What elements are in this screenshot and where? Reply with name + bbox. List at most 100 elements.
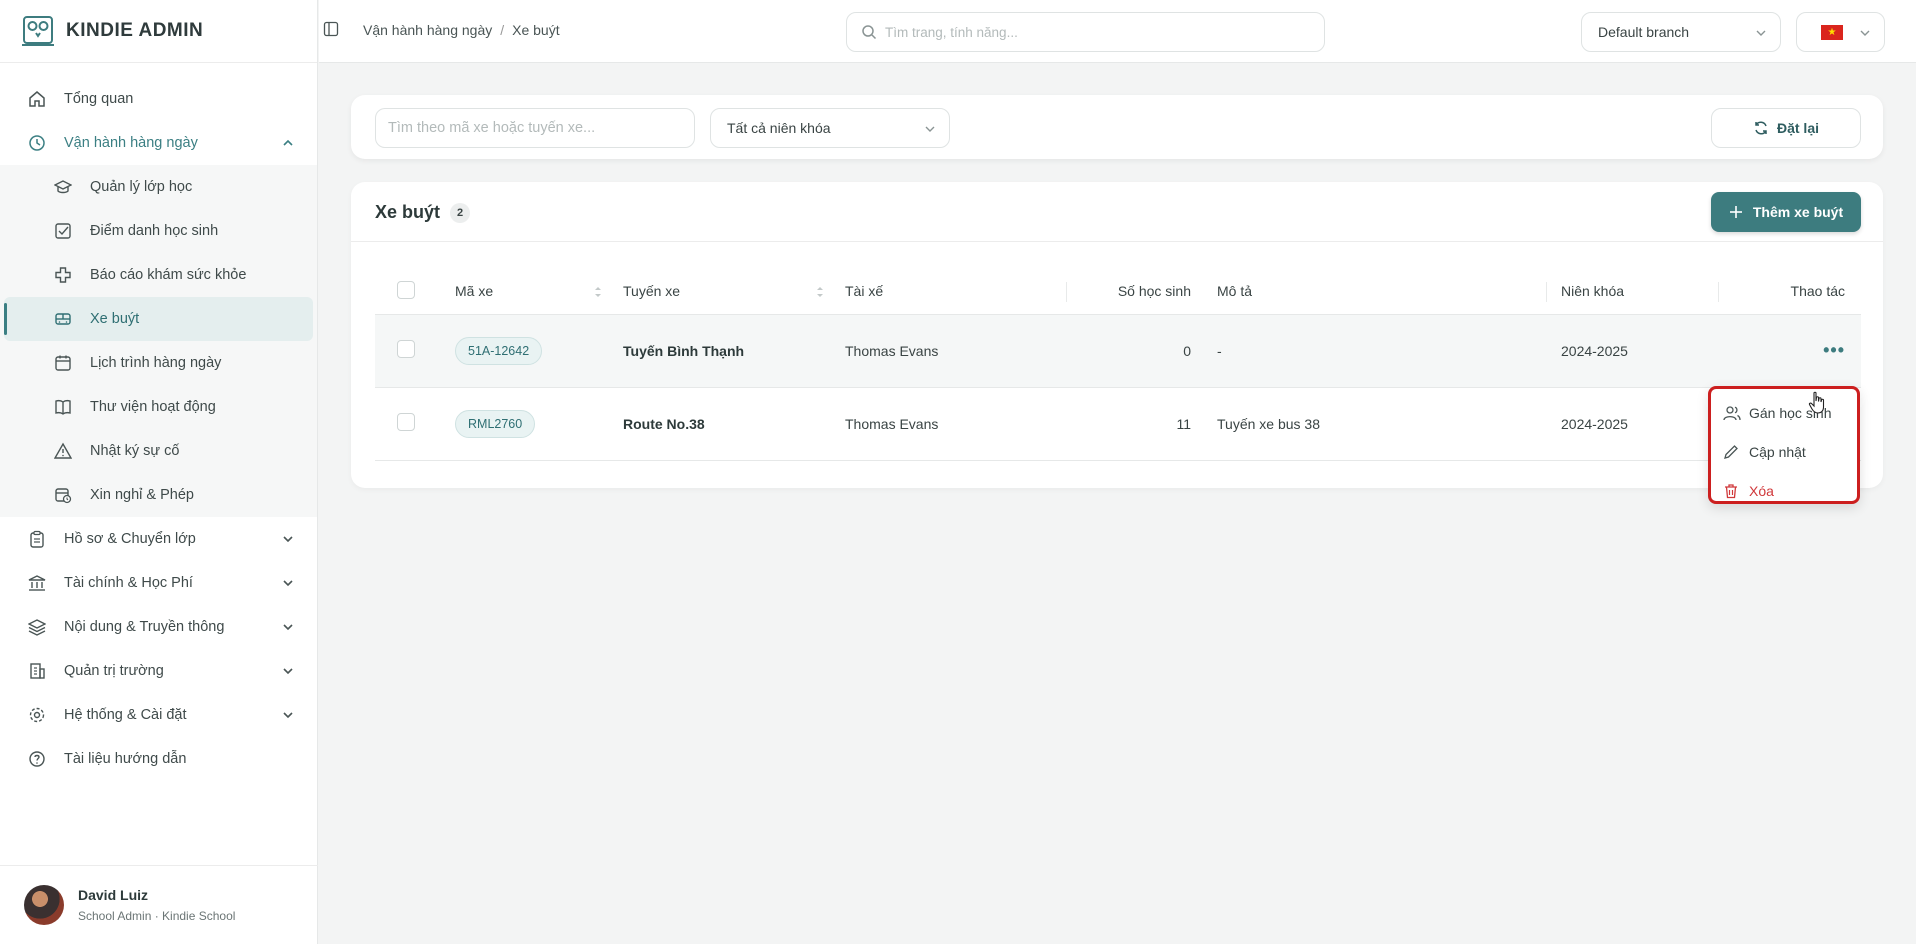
sidebar-item-health-report[interactable]: Báo cáo khám sức khỏe [4, 253, 313, 297]
home-icon [28, 90, 46, 108]
column-header-code[interactable]: Mã xe [455, 269, 615, 315]
layers-icon [28, 618, 46, 636]
chevron-up-icon [283, 139, 293, 146]
column-header-route[interactable]: Tuyến xe [615, 269, 837, 315]
menu-item-label: Cập nhật [1749, 443, 1806, 460]
table-row[interactable]: 51A-12642 Tuyến Bình Thạnh Thomas Evans … [375, 314, 1861, 388]
school-year-cell: 2024-2025 [1547, 314, 1719, 388]
route-cell: Tuyến Bình Thạnh [615, 314, 837, 388]
count-badge: 2 [450, 202, 471, 223]
chevron-down-icon [283, 624, 293, 631]
hand-cursor-icon [1808, 391, 1825, 414]
column-header-driver: Tài xế [837, 269, 1067, 315]
sidebar-item-activity-library[interactable]: Thư viện hoạt động [4, 385, 313, 429]
sidebar-item-school-admin[interactable]: Quản trị trường [0, 649, 317, 693]
page-title-text: Xe buýt [375, 202, 441, 222]
sidebar-item-finance[interactable]: Tài chính & Học Phí [0, 561, 317, 605]
school-year-cell: 2024-2025 [1547, 387, 1719, 461]
brand[interactable]: KINDIE ADMIN [0, 0, 317, 63]
sidebar-item-bus[interactable]: Xe buýt [4, 297, 313, 341]
sidebar-item-daily-schedule[interactable]: Lịch trình hàng ngày [4, 341, 313, 385]
chevron-down-icon [1860, 30, 1870, 36]
column-header-label: Tuyến xe [623, 283, 681, 300]
sidebar-item-label: Nhật ký sự cố [90, 443, 180, 459]
branch-select[interactable]: Default branch [1581, 12, 1781, 52]
row-select-cell [375, 387, 455, 461]
chevron-down-icon [283, 580, 293, 587]
chevron-down-icon [283, 668, 293, 675]
student-count-cell: 11 [1067, 387, 1203, 461]
sidebar-item-incident-log[interactable]: Nhật ký sự cố [4, 429, 313, 473]
sidebar-item-content[interactable]: Nội dung & Truyền thông [0, 605, 317, 649]
sidebar-item-label: Quản trị trường [64, 663, 164, 679]
sidebar-item-label: Xin nghỉ & Phép [90, 487, 194, 503]
graduation-cap-icon [54, 178, 72, 196]
user-role: School Admin · Kindie School [78, 909, 236, 923]
filter-bar: Tìm theo mã xe hoặc tuyến xe... Tất cả n… [351, 95, 1883, 159]
menu-item-label: Xóa [1749, 482, 1774, 499]
sidebar-toggle-icon[interactable] [323, 21, 339, 37]
sidebar-item-label: Thư viện hoạt động [90, 399, 216, 415]
sidebar-item-leave-requests[interactable]: Xin nghỉ & Phép [4, 473, 313, 517]
reset-button[interactable]: Đặt lại [1711, 108, 1861, 148]
sidebar-item-label: Hệ thống & Cài đặt [64, 707, 187, 723]
sidebar-nav: Tổng quan Vận hành hàng ngày Quản lý lớp… [0, 63, 317, 781]
table-row[interactable]: RML2760 Route No.38 Thomas Evans 11 Tuyế… [375, 387, 1861, 461]
delete-menu-item[interactable]: Xóa [1711, 471, 1857, 510]
user-profile[interactable]: David Luiz School Admin · Kindie School [0, 865, 318, 944]
assign-students-menu-item[interactable]: Gán học sinh [1711, 393, 1857, 432]
refresh-icon [1755, 121, 1767, 135]
sidebar-item-attendance[interactable]: Điểm danh học sinh [4, 209, 313, 253]
column-header-label: Số học sinh [1117, 283, 1191, 300]
select-all-checkbox[interactable] [397, 280, 415, 299]
row-checkbox[interactable] [397, 413, 415, 431]
trash-icon [1723, 483, 1741, 499]
reset-button-label: Đặt lại [1776, 120, 1819, 136]
global-search-placeholder: Tìm trang, tính năng... [885, 24, 1018, 40]
school-year-select[interactable]: Tất cả niên khóa [710, 108, 950, 148]
row-checkbox[interactable] [397, 340, 415, 358]
sidebar-item-settings[interactable]: Hệ thống & Cài đặt [0, 693, 317, 737]
sidebar-item-daily-operations[interactable]: Vận hành hàng ngày [0, 121, 317, 165]
bus-code-cell: 51A-12642 [455, 314, 615, 388]
sidebar-item-label: Xe buýt [90, 311, 140, 327]
edit-menu-item[interactable]: Cập nhật [1711, 432, 1857, 471]
page-title: Xe buýt 2 [375, 202, 471, 223]
sidebar-item-label: Tài chính & Học Phí [64, 575, 193, 591]
column-header-description: Mô tả [1203, 269, 1547, 315]
sort-icon[interactable] [593, 285, 603, 299]
sidebar-item-label: Hồ sơ & Chuyển lớp [64, 531, 196, 547]
bus-code-cell: RML2760 [455, 387, 615, 461]
driver-cell: Thomas Evans [837, 314, 1067, 388]
add-bus-button-label: Thêm xe buýt [1752, 204, 1844, 220]
description-cell: - [1203, 314, 1547, 388]
user-name: David Luiz [78, 887, 149, 903]
bus-icon [54, 310, 72, 328]
chevron-down-icon [925, 126, 935, 132]
column-header-students: Số học sinh [1067, 269, 1203, 315]
language-select[interactable]: ★ [1796, 12, 1885, 52]
more-actions-icon[interactable]: ••• [1823, 340, 1845, 360]
school-year-select-value: Tất cả niên khóa [727, 120, 831, 136]
sidebar-item-overview[interactable]: Tổng quan [0, 77, 317, 121]
bus-table-card: Xe buýt 2 Thêm xe buýt Mã xe Tuyến xe Tà… [351, 182, 1883, 488]
student-count-cell: 0 [1067, 314, 1203, 388]
sidebar-item-class-management[interactable]: Quản lý lớp học [4, 165, 313, 209]
breadcrumb-separator: / [500, 22, 505, 38]
bus-search-placeholder: Tìm theo mã xe hoặc tuyến xe... [388, 120, 596, 136]
column-header-label: Thao tác [1790, 283, 1845, 300]
book-icon [54, 398, 72, 416]
breadcrumb-item-daily-operations[interactable]: Vận hành hàng ngày [363, 22, 492, 38]
description-cell: Tuyến xe bus 38 [1203, 387, 1547, 461]
actions-cell: ••• [1719, 314, 1861, 388]
sidebar-item-label: Báo cáo khám sức khỏe [90, 267, 247, 283]
column-header-label: Mã xe [455, 283, 494, 300]
add-bus-button[interactable]: Thêm xe buýt [1711, 192, 1861, 232]
bus-search-input[interactable]: Tìm theo mã xe hoặc tuyến xe... [375, 108, 695, 148]
sidebar-item-records[interactable]: Hồ sơ & Chuyển lớp [0, 517, 317, 561]
sidebar-item-label: Tổng quan [64, 91, 134, 107]
bus-table: Mã xe Tuyến xe Tài xế Số học sinh Mô tả … [375, 269, 1861, 461]
sort-icon[interactable] [815, 285, 825, 299]
global-search-input[interactable]: Tìm trang, tính năng... [846, 12, 1325, 52]
sidebar-item-docs[interactable]: Tài liệu hướng dẫn [0, 737, 317, 781]
